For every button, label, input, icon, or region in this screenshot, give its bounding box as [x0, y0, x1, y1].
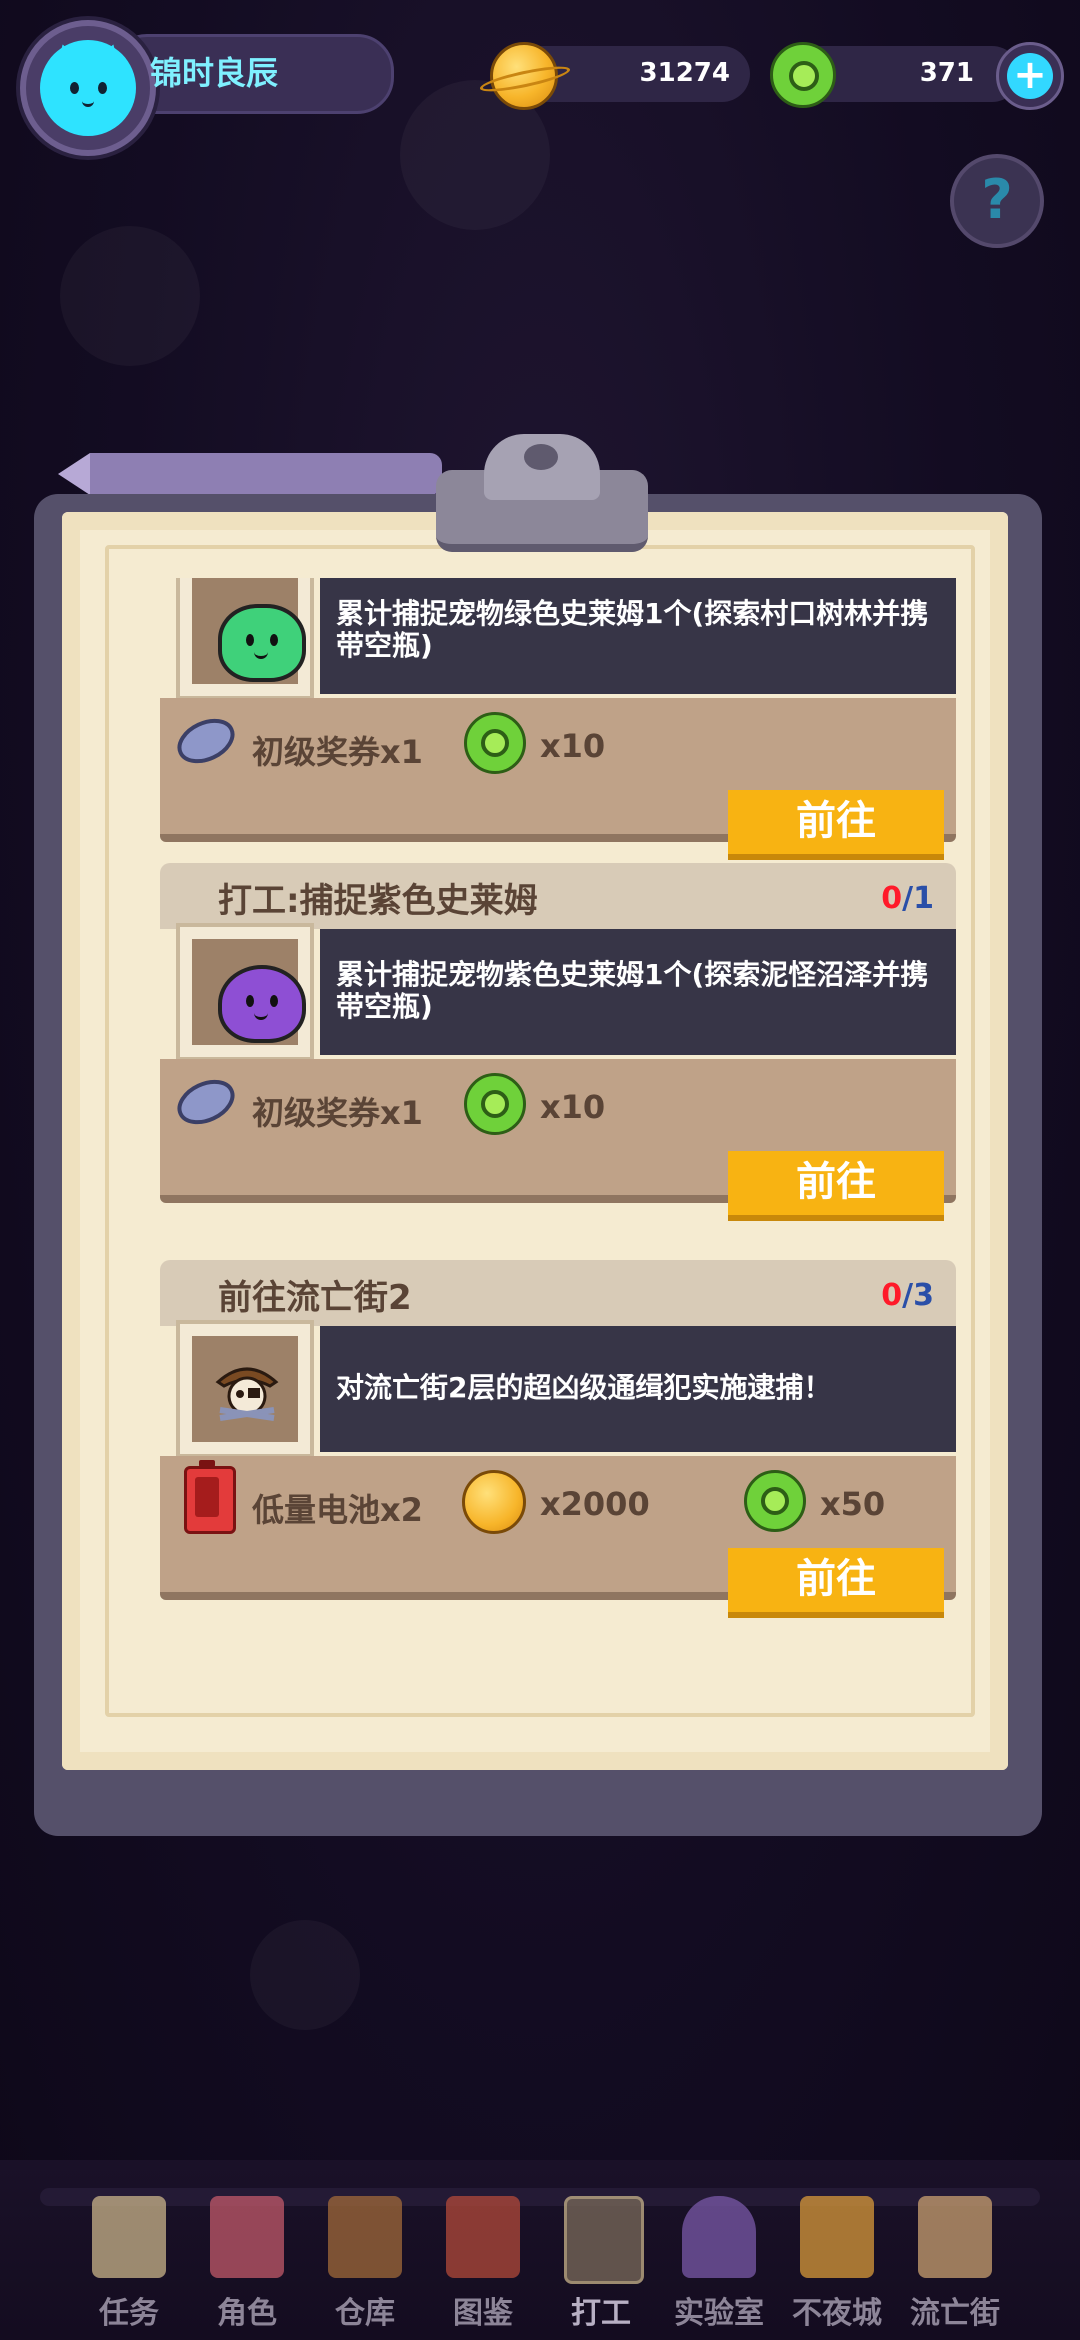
ticket-icon: [177, 718, 235, 764]
bg-bubble: [60, 226, 200, 366]
nav-nightcity[interactable]: 不夜城: [782, 2196, 892, 2336]
green-gem-icon: [464, 712, 526, 774]
lab-flask-icon: [682, 2196, 756, 2278]
task-icon-frame: [176, 1320, 314, 1458]
nav-work[interactable]: 打工: [546, 2196, 656, 2336]
go-button[interactable]: 前往: [728, 1548, 944, 1618]
character-icon: [210, 2196, 284, 2278]
task-description: 累计捕捉宠物绿色史莱姆1个(探索村口树林并携带空瓶): [336, 597, 929, 662]
pirate-skull-icon: [215, 1367, 279, 1421]
task-icon-frame: [176, 578, 314, 700]
green-gem-icon: [770, 42, 836, 108]
reward-amount: x50: [820, 1485, 886, 1523]
task-description: 对流亡街2层的超凶级通缉犯实施逮捕！: [336, 1371, 832, 1404]
bg-bubble: [250, 1920, 360, 2030]
player-name: 锦时良辰: [150, 54, 279, 92]
go-button[interactable]: 前往: [728, 1151, 944, 1221]
green-gem-icon: [744, 1470, 806, 1532]
task-progress: 0/1: [881, 881, 934, 916]
task-title: 打工:捕捉紫色史莱姆: [218, 881, 538, 921]
green-gem-icon: [464, 1073, 526, 1135]
nav-character[interactable]: 角色: [192, 2196, 302, 2336]
reward-amount: x10: [540, 1088, 606, 1126]
planet-coin-icon: [490, 42, 558, 110]
gem-value: 371: [919, 58, 974, 88]
reward-label: 初级奖券x1: [252, 733, 423, 771]
nav-tasks[interactable]: 任务: [74, 2196, 184, 2336]
reward-amount: x10: [540, 727, 606, 765]
go-button[interactable]: 前往: [728, 790, 944, 860]
task-icon-frame: [176, 923, 314, 1061]
plus-icon: +: [1007, 53, 1053, 99]
task-list[interactable]: 累计捕捉宠物绿色史莱姆1个(探索村口树林并携带空瓶) 初级奖券x1 x10 前往…: [0, 578, 1080, 1688]
planet-coin-icon: [462, 1470, 526, 1534]
book-icon: [446, 2196, 520, 2278]
nav-lab[interactable]: 实验室: [664, 2196, 774, 2336]
purple-slime-icon: [218, 965, 306, 1043]
ticket-icon: [177, 1079, 235, 1125]
nav-exile-street[interactable]: 流亡街: [900, 2196, 1010, 2336]
clipboard-icon: [92, 2196, 166, 2278]
cat-icon: [800, 2196, 874, 2278]
nav-codex[interactable]: 图鉴: [428, 2196, 538, 2336]
coin-value: 31274: [639, 58, 730, 88]
work-frame-icon: [564, 2196, 644, 2284]
clip-hole: [524, 444, 558, 470]
help-button[interactable]: ?: [950, 154, 1044, 248]
reward-label: 初级奖券x1: [252, 1094, 423, 1132]
battery-icon: [184, 1460, 236, 1534]
cat-avatar-icon: [40, 40, 136, 136]
add-currency-button[interactable]: +: [996, 42, 1064, 110]
nav-warehouse[interactable]: 仓库: [310, 2196, 420, 2336]
pirate-skull-icon: [918, 2196, 992, 2278]
task-description: 累计捕捉宠物紫色史莱姆1个(探索泥怪沼泽并携带空瓶): [336, 958, 929, 1023]
pencil-decoration: [58, 453, 442, 495]
reward-amount: x2000: [540, 1485, 650, 1523]
green-slime-icon: [218, 604, 306, 682]
task-progress: 0/3: [881, 1278, 934, 1313]
task-title: 前往流亡街2: [218, 1278, 412, 1318]
reward-label: 低量电池x2: [252, 1491, 423, 1529]
avatar[interactable]: [20, 20, 156, 156]
chest-icon: [328, 2196, 402, 2278]
